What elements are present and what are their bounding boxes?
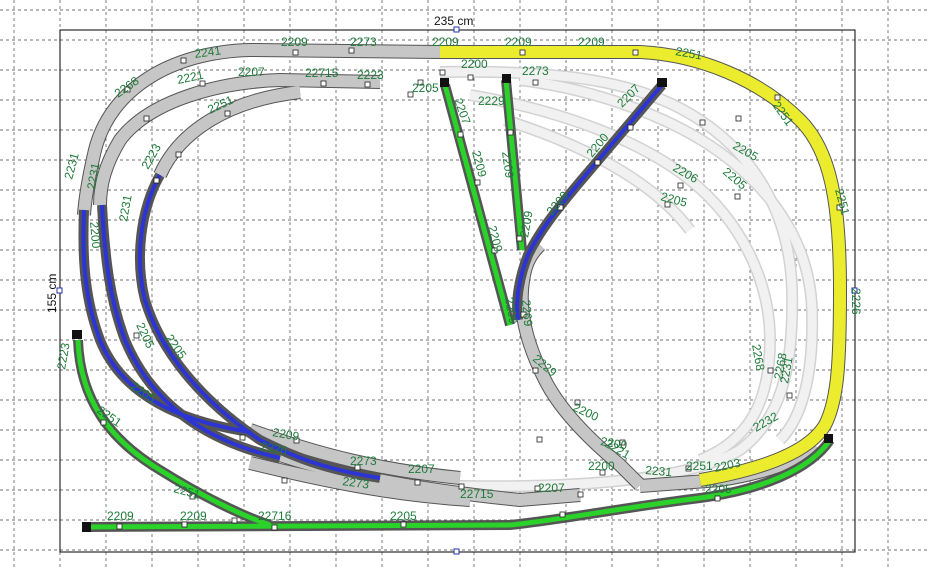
track-label: 2209 [505,35,532,49]
track-label: 2251 [172,481,202,502]
track-label: 2207 [538,481,565,495]
track-label: 2209 [180,509,207,523]
board-height-label: 155 cm [45,274,59,313]
track-label: 2209 [578,35,605,49]
track-label: 2273 [350,454,377,468]
track-label: 2209 [107,509,134,523]
track-plan-canvas: 235 cm 155 cm 2241 2209 2273 2209 2209 2… [0,0,930,568]
track-label: 2229 [478,94,505,108]
track-label: 2207 [238,65,265,79]
track-label: 2205 [705,482,732,496]
track-label: 2223 [54,341,72,370]
track-label: 2231 [645,463,673,479]
track-label: 2205 [412,81,439,95]
track-label: 2209 [432,35,459,49]
track-label: 22715 [305,66,339,80]
track-label: 2273 [350,35,377,49]
track-label: 2251 [770,99,797,129]
track-label: 22716 [258,509,292,523]
track-label: 2209 [281,35,308,49]
track-label: 2209 [499,150,517,179]
track-label: 2223 [357,68,384,82]
track-label: 2205 [390,509,417,523]
track-label: 22715 [460,487,494,501]
track-label: 2269 [519,299,535,327]
track-label: 2226 [849,288,863,315]
track-label: 2200 [588,459,615,473]
track-label: 2207 [408,462,435,476]
track-label: 2231 [116,193,134,222]
track-label: 2251 [686,459,713,473]
track-label: 2200 [461,57,488,71]
track-label: 2231 [61,151,82,181]
track-label: 2200 [87,221,103,249]
track-label: 2273 [522,64,549,78]
board-width-label: 235 cm [434,14,473,28]
